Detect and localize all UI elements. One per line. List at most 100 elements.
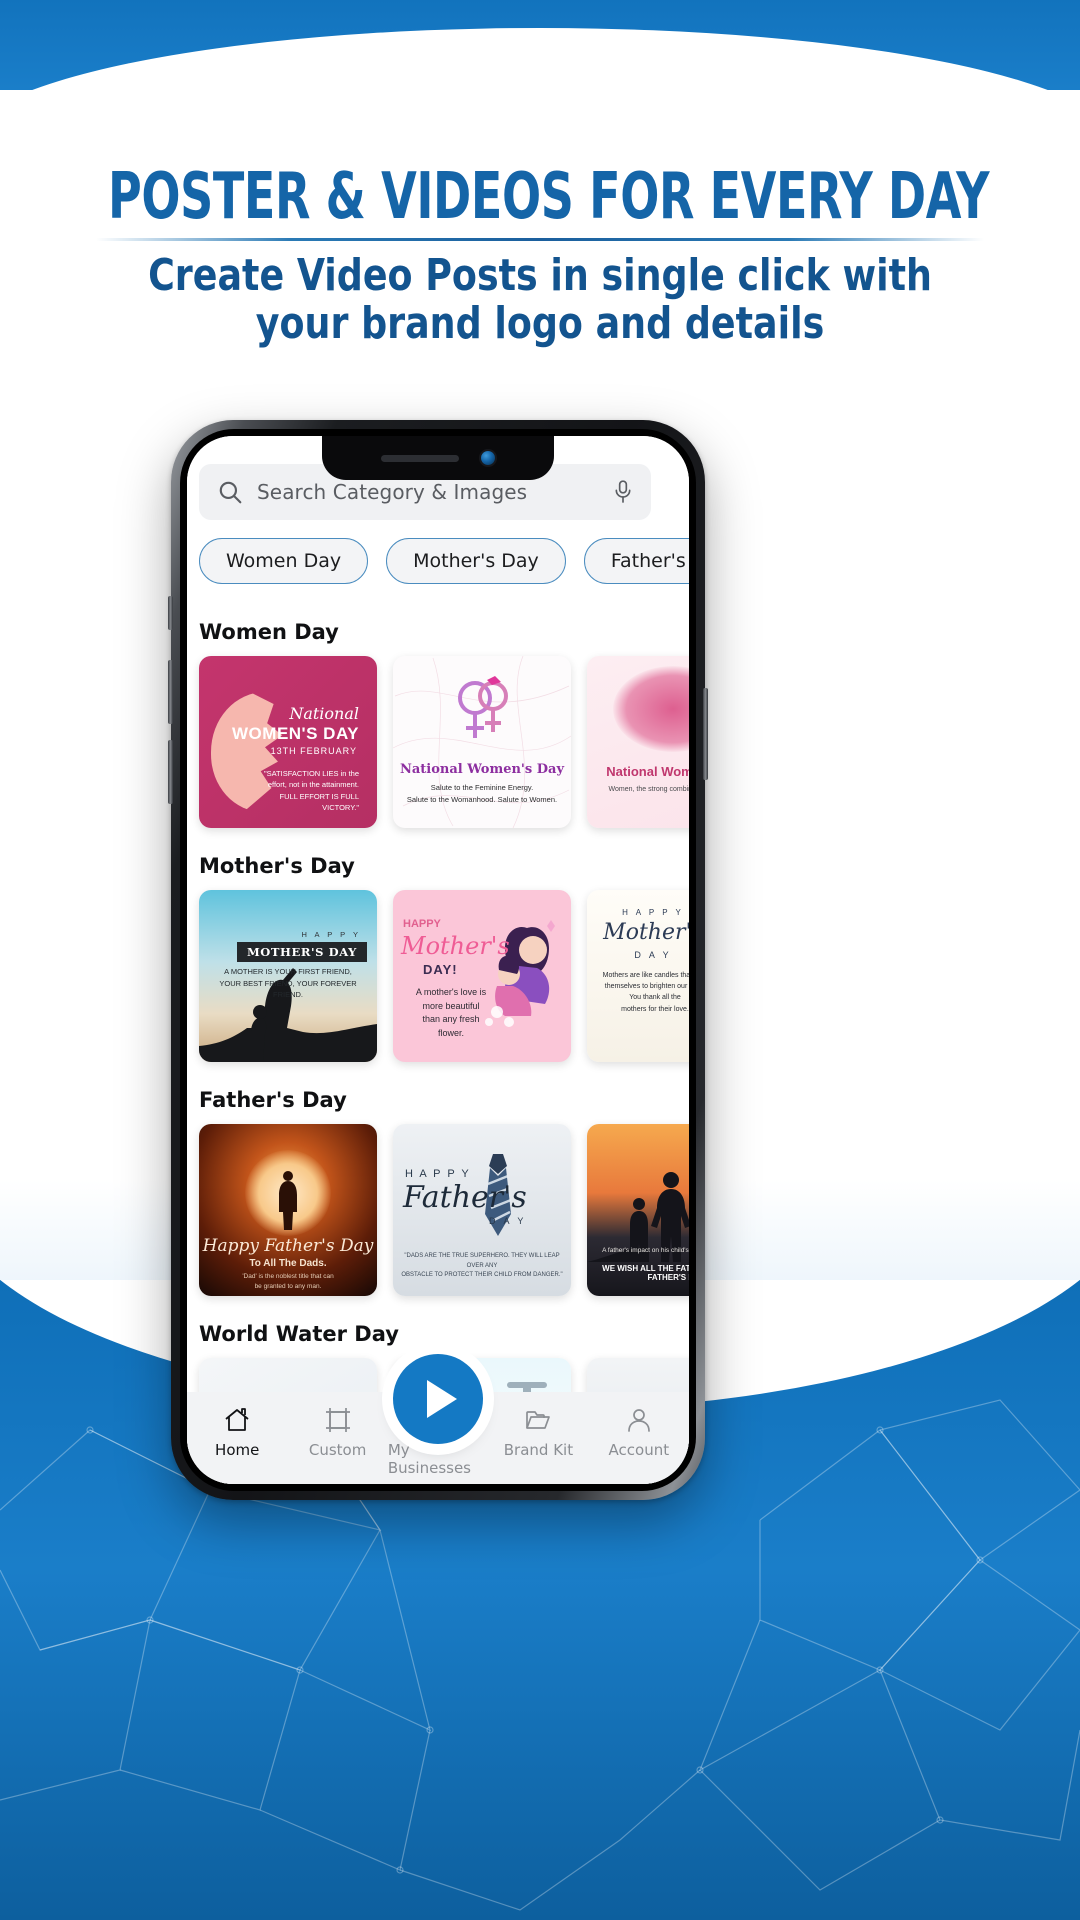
- card-script-text: Mother's: [603, 920, 689, 945]
- section-title-women-day: Women Day: [199, 620, 339, 644]
- card-date-text: 13TH FEBRUARY: [270, 746, 357, 756]
- card-quote-line: than any fresh: [422, 1014, 480, 1024]
- template-card[interactable]: H A P P Y Father's D A Y "DADS ARE THE T…: [393, 1124, 571, 1296]
- phone-notch: [322, 436, 554, 480]
- card-quote-line: effort, not in the attainment.: [267, 780, 359, 790]
- card-script-text: National: [289, 704, 359, 723]
- chip-fathers-day[interactable]: Father's Day: [583, 538, 689, 584]
- card-quote-text: A mother's love is more beautiful than a…: [401, 986, 501, 1040]
- card-title-text: WOMEN'S DAY: [232, 724, 359, 743]
- card-quote-line: You thank all the: [629, 994, 681, 1002]
- card-quote-line: themselves to brighten our lives.: [604, 983, 689, 991]
- promo-headline: POSTER & VIDEOS FOR EVERY DAY: [108, 160, 990, 234]
- nav-label-brand-kit: Brand Kit: [503, 1441, 574, 1459]
- card-day-text: DAY!: [423, 962, 458, 977]
- card-quote-line: YOUR BEST FRIEND, YOUR FOREVER FRIEND.: [219, 978, 357, 1000]
- card-sub-line: Salute to the Womanhood. Salute to Women…: [406, 795, 558, 804]
- phone-screen: Search Category & Images Women Day Mothe…: [187, 436, 689, 1484]
- card-quote-line: "SATISFACTION LIES in the: [263, 769, 359, 778]
- category-chip-row[interactable]: Women Day Mother's Day Father's Day: [199, 536, 689, 586]
- card-quote-text: 'Dad' is the noblest title that can be g…: [217, 1272, 359, 1292]
- nav-label-custom: Custom: [308, 1441, 367, 1459]
- nav-label-my-businesses: My Businesses: [387, 1441, 472, 1477]
- card-happy-text: H A P P Y: [405, 1168, 471, 1180]
- section-title-world-water-day: World Water Day: [199, 1322, 399, 1346]
- card-quote-text: A father's impact on his child's life is…: [602, 1247, 689, 1254]
- template-card[interactable]: Happy Father's Day To All The Dads. 'Dad…: [199, 1124, 377, 1296]
- phone-mockup: Search Category & Images Women Day Mothe…: [168, 420, 708, 1500]
- person-icon: [627, 1409, 650, 1432]
- card-quote-line: Mothers are like candles that melt: [602, 972, 689, 979]
- template-card[interactable]: HAPPY Mother's DAY! A mother's love is m…: [393, 890, 571, 1062]
- card-happy-text: H A P P Y: [622, 908, 684, 917]
- card-wish-text: WE WISH ALL THE FATHERS A HAPPY FATHER'S…: [602, 1264, 689, 1282]
- home-icon: [225, 1408, 249, 1431]
- template-card[interactable]: National Women's Day Salute to the Femin…: [393, 656, 571, 828]
- card-badge-text: MOTHER'S DAY: [236, 942, 367, 962]
- microphone-icon[interactable]: [613, 479, 633, 505]
- promo-subheadline: Create Video Posts in single click with …: [43, 252, 1037, 348]
- template-card[interactable]: H A P P Y Mother's D A Y Mothers are lik…: [587, 890, 689, 1062]
- card-script-text: Happy Father's Day: [202, 1236, 374, 1256]
- card-script-text: Mother's: [401, 932, 510, 960]
- section-fathers-day: Father's Day Happy Father's Day To All T…: [187, 1066, 689, 1296]
- nav-item-home[interactable]: Home: [187, 1406, 287, 1459]
- nav-item-brand-kit[interactable]: Brand Kit: [488, 1406, 588, 1459]
- app-screen: Search Category & Images Women Day Mothe…: [187, 436, 689, 1484]
- card-sub-line: Salute to the Feminine Energy.: [430, 783, 534, 792]
- template-scroll-area[interactable]: Women Day National WOMEN'S DAY 13TH FEBR…: [187, 598, 689, 1484]
- nav-label-home: Home: [215, 1441, 260, 1459]
- nav-item-account[interactable]: Account: [589, 1406, 689, 1459]
- front-camera-icon: [481, 451, 495, 465]
- chip-women-day[interactable]: Women Day: [199, 538, 369, 584]
- word-cloud-decoration: [613, 666, 689, 752]
- promo-subheadline-line2: your brand logo and details: [255, 297, 825, 349]
- search-input[interactable]: Search Category & Images: [257, 480, 605, 504]
- card-quote-line: 'Dad' is the noblest title that can: [242, 1273, 334, 1280]
- section-women-day: Women Day National WOMEN'S DAY 13TH FEBR…: [187, 598, 689, 828]
- section-title-fathers-day: Father's Day: [199, 1088, 347, 1112]
- card-quote-line: FULL EFFORT IS FULL VICTORY.": [279, 791, 359, 812]
- chip-mothers-day[interactable]: Mother's Day: [386, 538, 566, 584]
- card-row-women-day[interactable]: National WOMEN'S DAY 13TH FEBRUARY "SATI…: [187, 656, 689, 828]
- template-card[interactable]: National Women's Day Women, the strong c…: [587, 656, 689, 828]
- template-card[interactable]: H A P P Y MOTHER'S DAY A MOTHER IS YOUR …: [199, 890, 377, 1062]
- crop-icon: [325, 1408, 350, 1432]
- father-child-silhouette-icon: [279, 1171, 297, 1230]
- play-fab-button[interactable]: [393, 1354, 483, 1444]
- earpiece-speaker-icon: [381, 454, 459, 462]
- promo-subheadline-line1: Create Video Posts in single click with: [148, 250, 932, 301]
- card-subtitle-text: Salute to the Feminine Energy. Salute to…: [399, 782, 565, 806]
- nav-label-account: Account: [608, 1441, 670, 1459]
- card-day-text: D A Y: [489, 1216, 527, 1226]
- venus-symbols-icon: [458, 676, 508, 738]
- card-subtitle-text: Women, the strong combination of beautif…: [608, 786, 689, 793]
- card-script-text: Father's: [403, 1180, 527, 1215]
- card-quote-line: mothers for their love.: [621, 1005, 689, 1013]
- card-quote-text: "DADS ARE THE TRUE SUPERHERO. THEY WILL …: [401, 1252, 563, 1281]
- card-happy-text: HAPPY: [403, 918, 441, 930]
- nav-item-custom[interactable]: Custom: [287, 1406, 387, 1459]
- phone-power-button[interactable]: [703, 688, 708, 780]
- card-quote-line: be granted to any man.: [254, 1282, 322, 1290]
- card-row-fathers-day[interactable]: Happy Father's Day To All The Dads. 'Dad…: [187, 1124, 689, 1296]
- card-quote-line: OBSTACLE TO PROTECT THEIR CHILD FROM DAN…: [401, 1272, 563, 1279]
- folder-icon: [526, 1411, 551, 1429]
- play-icon: [427, 1380, 457, 1418]
- card-title-text: National Women's Day: [606, 764, 689, 779]
- phone-volume-up-button[interactable]: [168, 660, 173, 724]
- card-quote-text: "SATISFACTION LIES in the effort, not in…: [251, 768, 369, 813]
- card-quote-text: Mothers are like candles that melt thems…: [597, 970, 689, 1015]
- card-quote-text: A MOTHER IS YOUR FIRST FRIEND, YOUR BEST…: [205, 966, 371, 1001]
- card-quote-line: flower.: [437, 1027, 464, 1038]
- card-row-mothers-day[interactable]: H A P P Y MOTHER'S DAY A MOTHER IS YOUR …: [187, 890, 689, 1062]
- card-happy-text: H A P P Y: [301, 930, 361, 939]
- search-icon: [219, 481, 242, 504]
- headline-divider: [96, 238, 984, 241]
- template-card[interactable]: A father's impact on his child's life is…: [587, 1124, 689, 1296]
- phone-volume-down-button[interactable]: [168, 740, 173, 804]
- card-subtitle-text: To All The Dads.: [249, 1258, 327, 1269]
- card-quote-line: more beautiful: [422, 1000, 480, 1011]
- phone-mute-button[interactable]: [168, 596, 173, 630]
- template-card[interactable]: National WOMEN'S DAY 13TH FEBRUARY "SATI…: [199, 656, 377, 828]
